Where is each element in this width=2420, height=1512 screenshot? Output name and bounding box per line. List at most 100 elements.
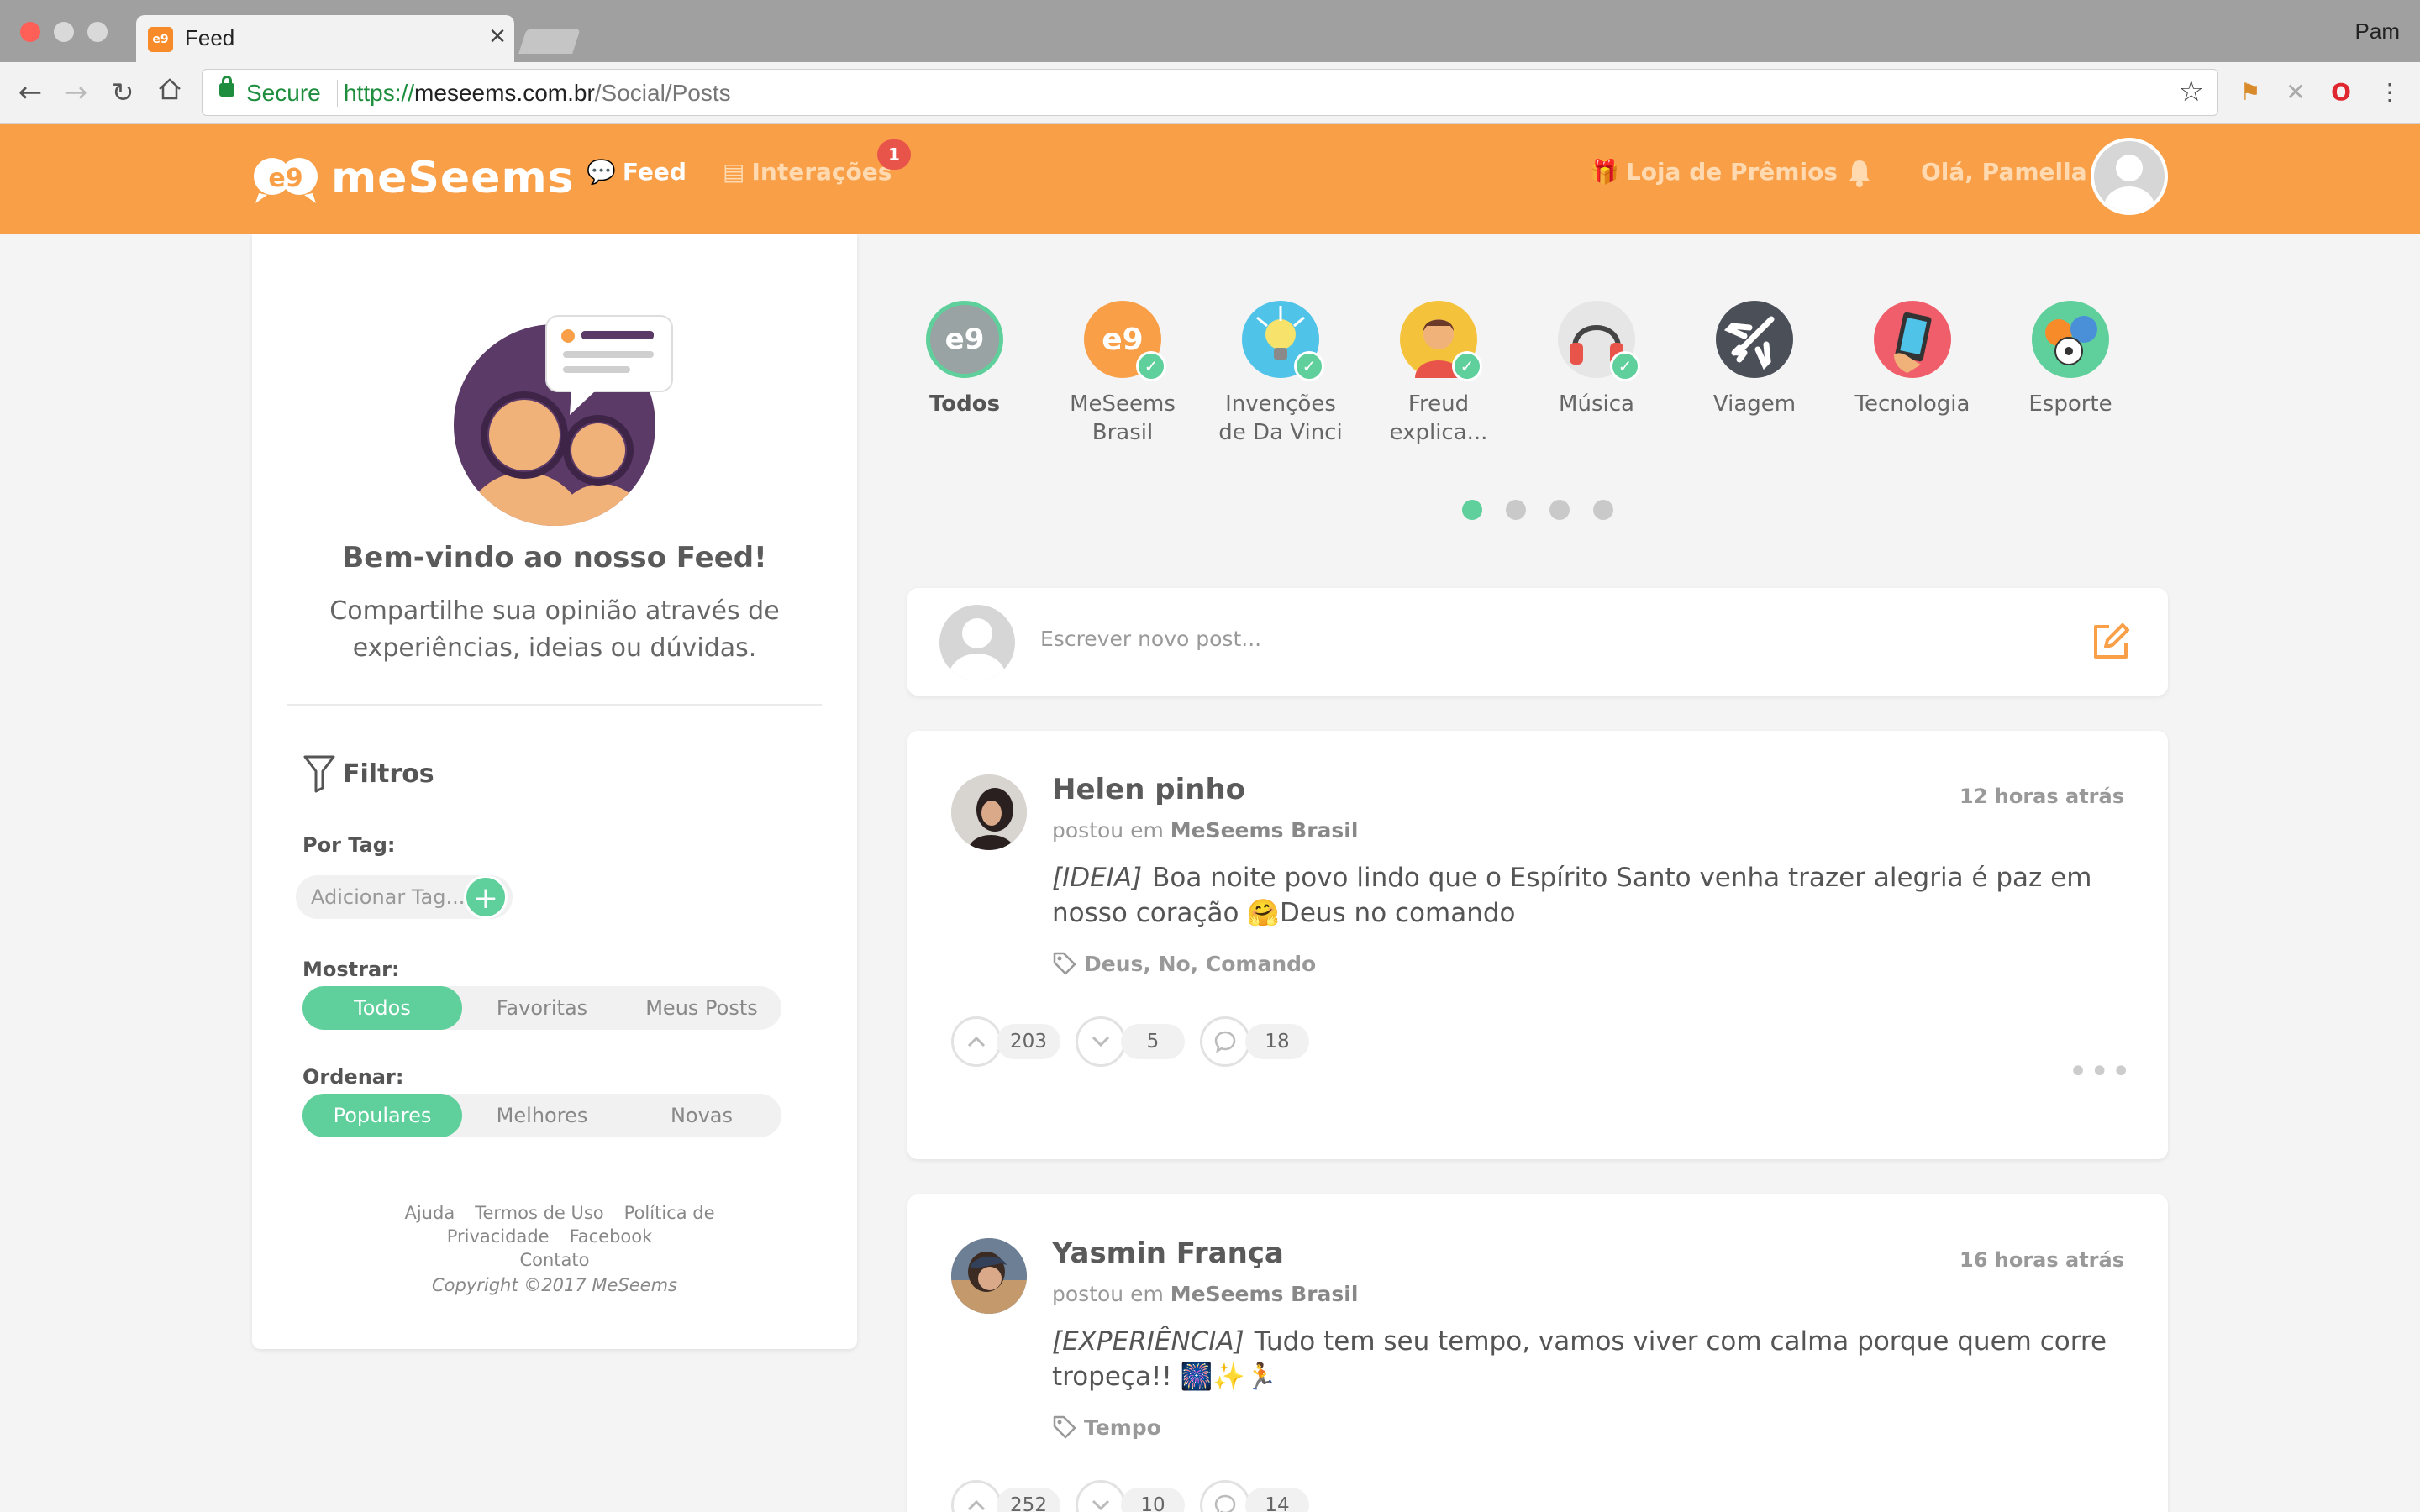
- category-musica[interactable]: ✓ Música: [1525, 301, 1668, 418]
- category-esporte[interactable]: Esporte: [1999, 301, 2142, 418]
- sports-balls-icon: [2032, 301, 2109, 378]
- comment-button[interactable]: [1200, 1016, 1250, 1067]
- footer-link-facebook[interactable]: Facebook: [570, 1226, 653, 1247]
- user-avatar[interactable]: [2091, 138, 2168, 215]
- post-kind: [EXPERIÊNCIA]: [1052, 1326, 1244, 1357]
- category-meseems-brasil[interactable]: e9 ✓ MeSeems Brasil: [1051, 301, 1194, 447]
- verified-check-icon: ✓: [1610, 351, 1640, 381]
- footer-link-terms[interactable]: Termos de Uso: [475, 1203, 603, 1223]
- category-todos[interactable]: e9 Todos: [893, 301, 1036, 418]
- comment-button[interactable]: [1200, 1480, 1250, 1512]
- show-filter-segmented: Todos Favoritas Meus Posts: [302, 986, 781, 1030]
- carousel-dot-1[interactable]: [1462, 500, 1482, 520]
- order-filter-segmented: Populares Melhores Novas: [302, 1094, 781, 1137]
- nav-rewards-store[interactable]: 🎁 Loja de Prêmios: [1590, 158, 1838, 186]
- opera-extension-icon[interactable]: O: [2326, 77, 2356, 108]
- community-link[interactable]: MeSeems Brasil: [1171, 818, 1359, 843]
- order-option-populares[interactable]: Populares: [302, 1094, 462, 1137]
- interactions-badge: 1: [877, 139, 911, 170]
- upvote-button[interactable]: [951, 1480, 1002, 1512]
- tab-close-icon[interactable]: ×: [489, 20, 506, 53]
- new-post-composer[interactable]: Escrever novo post...: [908, 588, 2168, 696]
- filters-title: Filtros: [343, 759, 434, 789]
- browser-profile-name[interactable]: Pam: [2355, 18, 2400, 45]
- tab-title: Feed: [185, 25, 235, 50]
- headphones-icon: ✓: [1558, 301, 1640, 381]
- nav-feed[interactable]: 💬 Feed: [587, 158, 687, 186]
- verified-check-icon: ✓: [1452, 351, 1482, 381]
- welcome-title: Bem-vindo ao nosso Feed!: [342, 541, 767, 575]
- comment-count: 18: [1245, 1024, 1309, 1059]
- author-avatar[interactable]: [951, 1238, 1027, 1314]
- post-card: Yasmin França 16 horas atrás postou em M…: [908, 1194, 2168, 1512]
- new-post-input[interactable]: Escrever novo post...: [1040, 627, 1261, 651]
- add-tag-button[interactable]: +: [464, 875, 508, 919]
- category-freud-explica[interactable]: ✓ Freud explica...: [1367, 301, 1510, 447]
- post-tags[interactable]: Deus, No, Comando: [1052, 951, 1316, 976]
- post-card: Helen pinho 12 horas atrás postou em MeS…: [908, 731, 2168, 1159]
- home-icon[interactable]: [151, 74, 188, 111]
- extension-x-icon[interactable]: ✕: [2281, 77, 2311, 108]
- bell-icon[interactable]: [1847, 158, 1872, 188]
- browser-tab-strip: e9 Feed × Pam: [0, 0, 2420, 62]
- browser-tab-feed[interactable]: e9 Feed ×: [136, 15, 514, 62]
- author-avatar[interactable]: [951, 774, 1027, 850]
- downvote-button[interactable]: [1076, 1016, 1126, 1067]
- forward-arrow-icon[interactable]: →: [57, 74, 94, 111]
- category-tecnologia[interactable]: Tecnologia: [1841, 301, 1984, 418]
- post-author[interactable]: Yasmin França: [1052, 1236, 1284, 1270]
- show-option-todos[interactable]: Todos: [302, 986, 462, 1030]
- show-option-meus-posts[interactable]: Meus Posts: [622, 986, 781, 1030]
- footer-link-contact[interactable]: Contato: [519, 1250, 589, 1270]
- new-tab-button[interactable]: [518, 29, 581, 54]
- user-menu[interactable]: Olá, Pamella ▾: [1921, 158, 2103, 186]
- site-header: e9 meSeems 💬 Feed ▤ Interações 1 🎁 Loja de …: [0, 124, 2420, 234]
- more-options-icon[interactable]: •••: [2068, 1055, 2133, 1089]
- composer-avatar: [939, 605, 1015, 680]
- category-invencoes-da-vinci[interactable]: ✓ Invenções de Da Vinci: [1209, 301, 1352, 447]
- logo-text: meSeems: [331, 153, 575, 203]
- upvote-count: 252: [997, 1488, 1060, 1512]
- post-community: postou em MeSeems Brasil: [1052, 1282, 1359, 1306]
- chevron-down-icon: [1092, 1036, 1110, 1047]
- post-body: [EXPERIÊNCIA] Tudo tem seu tempo, vamos v…: [1052, 1324, 2119, 1394]
- extension-flag-icon[interactable]: ⚑: [2235, 77, 2265, 108]
- back-arrow-icon[interactable]: ←: [12, 74, 49, 111]
- browser-menu-icon[interactable]: ⋮: [2375, 77, 2405, 108]
- chevron-up-icon: [967, 1499, 986, 1511]
- edit-icon[interactable]: [2091, 622, 2131, 662]
- filters-header: Filtros: [302, 754, 434, 793]
- chevron-up-icon: [967, 1036, 986, 1047]
- reload-icon[interactable]: ↻: [104, 74, 141, 111]
- window-minimize-button[interactable]: [54, 22, 74, 42]
- tablet-icon: [1874, 301, 1951, 378]
- show-option-favoritas[interactable]: Favoritas: [462, 986, 622, 1030]
- category-viagem[interactable]: Viagem: [1683, 301, 1826, 418]
- nav-interactions[interactable]: ▤ Interações: [723, 158, 892, 186]
- post-author[interactable]: Helen pinho: [1052, 773, 1245, 806]
- url-text[interactable]: https://meseems.com.br/Social/Posts: [344, 80, 731, 107]
- lock-icon: [219, 76, 234, 97]
- carousel-dot-2[interactable]: [1506, 500, 1526, 520]
- post-tags[interactable]: Tempo: [1052, 1415, 1161, 1440]
- order-option-melhores[interactable]: Melhores: [462, 1094, 622, 1137]
- community-link[interactable]: MeSeems Brasil: [1171, 1282, 1359, 1306]
- address-bar[interactable]: Secure https://meseems.com.br/Social/Pos…: [202, 69, 2218, 116]
- downvote-button[interactable]: [1076, 1480, 1126, 1512]
- post-time: 16 horas atrás: [1960, 1248, 2124, 1272]
- window-maximize-button[interactable]: [87, 22, 108, 42]
- window-close-button[interactable]: [20, 22, 40, 42]
- site-favicon-icon: e9: [148, 27, 173, 52]
- order-option-novas[interactable]: Novas: [622, 1094, 781, 1137]
- divider: [287, 704, 822, 706]
- gift-icon: 🎁: [1590, 158, 1619, 186]
- carousel-dot-3[interactable]: [1549, 500, 1570, 520]
- lightbulb-icon: ✓: [1242, 301, 1324, 381]
- upvote-button[interactable]: [951, 1016, 1002, 1067]
- bookmark-star-icon[interactable]: ☆: [2179, 75, 2204, 108]
- carousel-dot-4[interactable]: [1593, 500, 1613, 520]
- footer-link-help[interactable]: Ajuda: [404, 1203, 455, 1223]
- post-kind: [IDEIA]: [1052, 863, 1143, 893]
- meseems-logo-icon: e9 ✓: [1084, 301, 1166, 381]
- meseems-logo[interactable]: e9 meSeems: [250, 144, 575, 212]
